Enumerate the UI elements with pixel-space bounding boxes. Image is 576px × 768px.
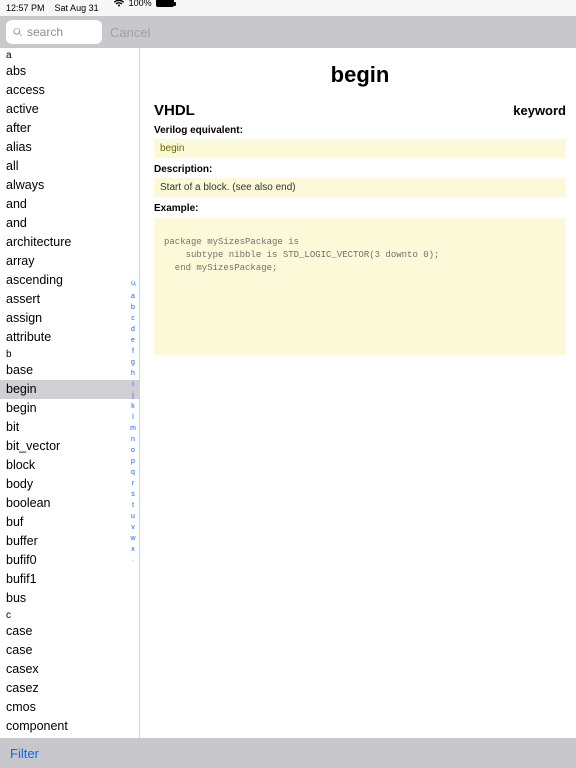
index-letter[interactable]: d bbox=[128, 324, 138, 335]
index-letter[interactable]: x bbox=[128, 544, 138, 555]
list-item[interactable]: begin bbox=[0, 399, 139, 418]
page-title: begin bbox=[154, 48, 566, 96]
list-item[interactable]: array bbox=[0, 252, 139, 271]
list-item[interactable]: after bbox=[0, 119, 139, 138]
detail-pane: begin VHDL keyword Verilog equivalent: b… bbox=[140, 48, 576, 738]
list-item[interactable]: buffer bbox=[0, 532, 139, 551]
index-letter[interactable]: u bbox=[128, 511, 138, 522]
list-item[interactable]: casez bbox=[0, 679, 139, 698]
battery-icon bbox=[156, 0, 174, 7]
index-letter[interactable]: k bbox=[128, 401, 138, 412]
section-header: b bbox=[0, 347, 139, 361]
list-item[interactable]: case bbox=[0, 622, 139, 641]
example-code: package mySizesPackage is subtype nibble… bbox=[154, 218, 566, 355]
list-item[interactable]: cmos bbox=[0, 698, 139, 717]
index-letter[interactable]: j bbox=[128, 390, 138, 401]
list-item[interactable]: buf bbox=[0, 513, 139, 532]
language-label: VHDL bbox=[154, 102, 195, 119]
list-item[interactable]: ascending bbox=[0, 271, 139, 290]
search-icon bbox=[12, 27, 23, 38]
index-search-icon[interactable] bbox=[128, 280, 138, 291]
verilog-equivalent-label: Verilog equivalent: bbox=[154, 125, 566, 136]
index-letter[interactable]: g bbox=[128, 357, 138, 368]
section-header: a bbox=[0, 48, 139, 62]
list-item[interactable]: bufif0 bbox=[0, 551, 139, 570]
status-date: Sat Aug 31 bbox=[55, 3, 99, 13]
list-item[interactable]: attribute bbox=[0, 328, 139, 347]
index-letter[interactable]: o bbox=[128, 445, 138, 456]
index-letter[interactable]: v bbox=[128, 522, 138, 533]
main-split: aabsaccessactiveafteraliasallalwaysandan… bbox=[0, 48, 576, 738]
list-item[interactable]: component bbox=[0, 717, 139, 736]
list-item[interactable]: abs bbox=[0, 62, 139, 81]
list-item[interactable]: configuration bbox=[0, 736, 139, 738]
section-index[interactable]: abcdefghijklmnopqrstuvwx· bbox=[128, 280, 138, 566]
index-letter[interactable]: · bbox=[128, 555, 138, 566]
index-letter[interactable]: b bbox=[128, 302, 138, 313]
cancel-button[interactable]: Cancel bbox=[110, 25, 150, 40]
bottom-toolbar: Filter bbox=[0, 738, 576, 768]
kind-label: keyword bbox=[513, 103, 566, 118]
description-label: Description: bbox=[154, 164, 566, 175]
index-letter[interactable]: p bbox=[128, 456, 138, 467]
list-item[interactable]: case bbox=[0, 641, 139, 660]
keyword-list[interactable]: aabsaccessactiveafteraliasallalwaysandan… bbox=[0, 48, 140, 738]
index-letter[interactable]: c bbox=[128, 313, 138, 324]
list-item[interactable]: architecture bbox=[0, 233, 139, 252]
battery-percent: 100% bbox=[129, 0, 152, 8]
index-letter[interactable]: w bbox=[128, 533, 138, 544]
search-row: search Cancel bbox=[0, 16, 576, 48]
verilog-equivalent-value: begin bbox=[154, 139, 566, 158]
example-label: Example: bbox=[154, 203, 566, 214]
index-letter[interactable]: l bbox=[128, 412, 138, 423]
list-item[interactable]: bit_vector bbox=[0, 437, 139, 456]
list-item[interactable]: begin bbox=[0, 380, 139, 399]
index-letter[interactable]: e bbox=[128, 335, 138, 346]
index-letter[interactable]: m bbox=[128, 423, 138, 434]
list-item[interactable]: access bbox=[0, 81, 139, 100]
index-letter[interactable]: q bbox=[128, 467, 138, 478]
list-item[interactable]: bus bbox=[0, 589, 139, 608]
list-item[interactable]: and bbox=[0, 214, 139, 233]
status-time: 12:57 PM bbox=[6, 3, 45, 13]
list-item[interactable]: casex bbox=[0, 660, 139, 679]
search-input[interactable]: search bbox=[6, 20, 102, 44]
list-item[interactable]: and bbox=[0, 195, 139, 214]
list-item[interactable]: active bbox=[0, 100, 139, 119]
list-item[interactable]: block bbox=[0, 456, 139, 475]
description-value: Start of a block. (see also end) bbox=[154, 178, 566, 197]
filter-button[interactable]: Filter bbox=[10, 746, 39, 761]
index-letter[interactable]: r bbox=[128, 478, 138, 489]
index-letter[interactable]: i bbox=[128, 379, 138, 390]
list-item[interactable]: assert bbox=[0, 290, 139, 309]
index-letter[interactable]: h bbox=[128, 368, 138, 379]
list-item[interactable]: bit bbox=[0, 418, 139, 437]
list-item[interactable]: boolean bbox=[0, 494, 139, 513]
index-letter[interactable]: n bbox=[128, 434, 138, 445]
list-item[interactable]: body bbox=[0, 475, 139, 494]
index-letter[interactable]: t bbox=[128, 500, 138, 511]
list-item[interactable]: alias bbox=[0, 138, 139, 157]
index-letter[interactable]: a bbox=[128, 291, 138, 302]
list-item[interactable]: always bbox=[0, 176, 139, 195]
status-left: 12:57 PM Sat Aug 31 bbox=[6, 3, 99, 13]
list-item[interactable]: bufif1 bbox=[0, 570, 139, 589]
index-letter[interactable]: s bbox=[128, 489, 138, 500]
list-item[interactable]: base bbox=[0, 361, 139, 380]
search-placeholder: search bbox=[27, 25, 63, 39]
status-right: 100% bbox=[99, 0, 570, 18]
index-letter[interactable]: f bbox=[128, 346, 138, 357]
section-header: c bbox=[0, 608, 139, 622]
list-item[interactable]: all bbox=[0, 157, 139, 176]
list-item[interactable]: assign bbox=[0, 309, 139, 328]
wifi-icon bbox=[113, 0, 125, 7]
status-bar: 12:57 PM Sat Aug 31 100% bbox=[0, 0, 576, 16]
